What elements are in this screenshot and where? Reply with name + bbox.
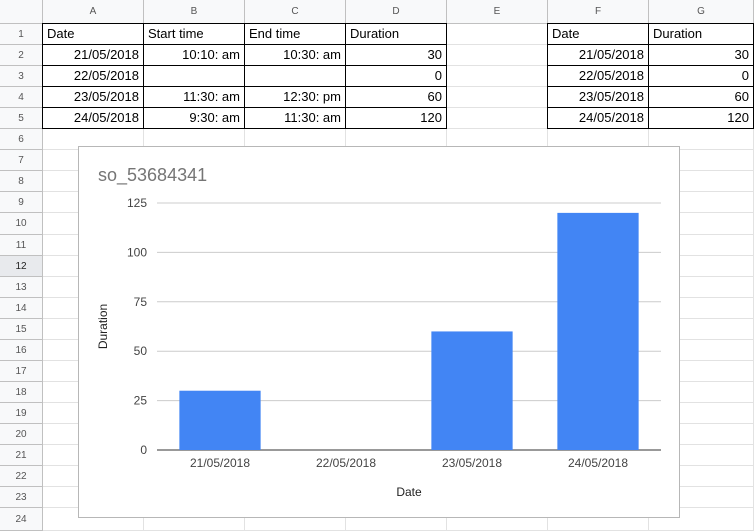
y-tick-label: 25	[134, 394, 148, 408]
bar-chart[interactable]: so_53684341 0 25 50 75 100 125 21/05/2018 22/05…	[78, 146, 680, 518]
table2-border-hline	[547, 128, 754, 129]
cell-f5[interactable]: 24/05/2018	[548, 108, 649, 129]
row-header-1[interactable]: 1	[0, 24, 43, 45]
cell-b1[interactable]: Start time	[144, 24, 245, 45]
table2-border-vline	[648, 23, 649, 129]
y-tick-label: 125	[127, 196, 147, 210]
row-header-4[interactable]: 4	[0, 87, 43, 108]
row-header-6[interactable]: 6	[0, 129, 43, 150]
row-header-9[interactable]: 9	[0, 192, 43, 213]
row-header-17[interactable]: 17	[0, 361, 43, 382]
table1-border-vline	[446, 23, 447, 129]
cell-f4[interactable]: 23/05/2018	[548, 87, 649, 108]
row-header-3[interactable]: 3	[0, 66, 43, 87]
cell-d4[interactable]: 60	[346, 87, 447, 108]
row-header-19[interactable]: 19	[0, 403, 43, 424]
cell-a1[interactable]: Date	[43, 24, 144, 45]
cell-a3[interactable]: 22/05/2018	[43, 66, 144, 87]
cell-d5[interactable]: 120	[346, 108, 447, 129]
table2-border-vline	[547, 23, 548, 129]
row-header-12[interactable]: 12	[0, 256, 43, 277]
table2-border-hline	[547, 65, 754, 66]
x-tick-label: 21/05/2018	[190, 456, 250, 470]
cell-f2[interactable]: 21/05/2018	[548, 45, 649, 66]
cell-a4[interactable]: 23/05/2018	[43, 87, 144, 108]
table2-border-hline	[547, 86, 754, 87]
row-header-15[interactable]: 15	[0, 319, 43, 340]
x-axis-label: Date	[396, 485, 422, 499]
row-header-21[interactable]: 21	[0, 445, 43, 466]
cell-b4[interactable]: 11:30: am	[144, 87, 245, 108]
y-axis-label: Duration	[96, 304, 110, 349]
row-header-10[interactable]: 10	[0, 213, 43, 235]
cell-e5[interactable]	[447, 108, 548, 129]
table1-border-vline	[42, 23, 43, 129]
table1-border-vline	[345, 23, 346, 129]
cell-e1[interactable]	[447, 24, 548, 45]
row-header-13[interactable]: 13	[0, 277, 43, 298]
x-tick-label: 23/05/2018	[442, 456, 502, 470]
column-header-e[interactable]: E	[447, 0, 548, 24]
cell-b5[interactable]: 9:30: am	[144, 108, 245, 129]
x-tick-label: 24/05/2018	[568, 456, 628, 470]
row-header-23[interactable]: 23	[0, 487, 43, 508]
cell-c4[interactable]: 12:30: pm	[245, 87, 346, 108]
cell-g5[interactable]: 120	[649, 108, 754, 129]
row-header-24[interactable]: 24	[0, 508, 43, 531]
table2-border-hline	[547, 107, 754, 108]
row-header-16[interactable]: 16	[0, 340, 43, 361]
cell-a2[interactable]: 21/05/2018	[43, 45, 144, 66]
row-header-2[interactable]: 2	[0, 45, 43, 66]
row-header-14[interactable]: 14	[0, 298, 43, 319]
cell-g2[interactable]: 30	[649, 45, 754, 66]
cell-e3[interactable]	[447, 66, 548, 87]
cell-e4[interactable]	[447, 87, 548, 108]
cell-d1[interactable]: Duration	[346, 24, 447, 45]
y-tick-label: 100	[127, 245, 147, 259]
bar	[431, 331, 513, 450]
row-header-11[interactable]: 11	[0, 235, 43, 256]
table1-border-vline	[244, 23, 245, 129]
table2-border-hline	[547, 44, 754, 45]
row-header-7[interactable]: 7	[0, 150, 43, 171]
cell-g1[interactable]: Duration	[649, 24, 754, 45]
column-header-a[interactable]: A	[43, 0, 144, 24]
cell-c1[interactable]: End time	[245, 24, 346, 45]
y-tick-label: 50	[134, 344, 148, 358]
cell-b3[interactable]	[144, 66, 245, 87]
cell-b2[interactable]: 10:10: am	[144, 45, 245, 66]
table2-border-hline	[547, 23, 754, 24]
y-tick-label: 75	[134, 295, 148, 309]
row-header-22[interactable]: 22	[0, 466, 43, 487]
cell-e2[interactable]	[447, 45, 548, 66]
cell-d3[interactable]: 0	[346, 66, 447, 87]
cell-c5[interactable]: 11:30: am	[245, 108, 346, 129]
column-header-b[interactable]: B	[144, 0, 245, 24]
cell-a5[interactable]: 24/05/2018	[43, 108, 144, 129]
table1-border-vline	[143, 23, 144, 129]
x-tick-label: 22/05/2018	[316, 456, 376, 470]
cell-d2[interactable]: 30	[346, 45, 447, 66]
row-header-18[interactable]: 18	[0, 382, 43, 403]
y-tick-label: 0	[140, 443, 147, 457]
cell-c2[interactable]: 10:30: am	[245, 45, 346, 66]
bar	[557, 212, 639, 450]
column-header-g[interactable]: G	[649, 0, 754, 24]
cell-g3[interactable]: 0	[649, 66, 754, 87]
select-all-corner[interactable]	[0, 0, 43, 24]
cell-g4[interactable]: 60	[649, 87, 754, 108]
bar	[179, 390, 261, 450]
column-header-f[interactable]: F	[548, 0, 649, 24]
row-header-5[interactable]: 5	[0, 108, 43, 129]
row-header-20[interactable]: 20	[0, 424, 43, 445]
column-header-c[interactable]: C	[245, 0, 346, 24]
cell-f3[interactable]: 22/05/2018	[548, 66, 649, 87]
cell-f1[interactable]: Date	[548, 24, 649, 45]
chart-plot: 0 25 50 75 100 125 21/05/2018 22/05/2018 23/05/2…	[96, 196, 661, 499]
cell-c3[interactable]	[245, 66, 346, 87]
row-header-8[interactable]: 8	[0, 171, 43, 192]
column-header-d[interactable]: D	[346, 0, 447, 24]
